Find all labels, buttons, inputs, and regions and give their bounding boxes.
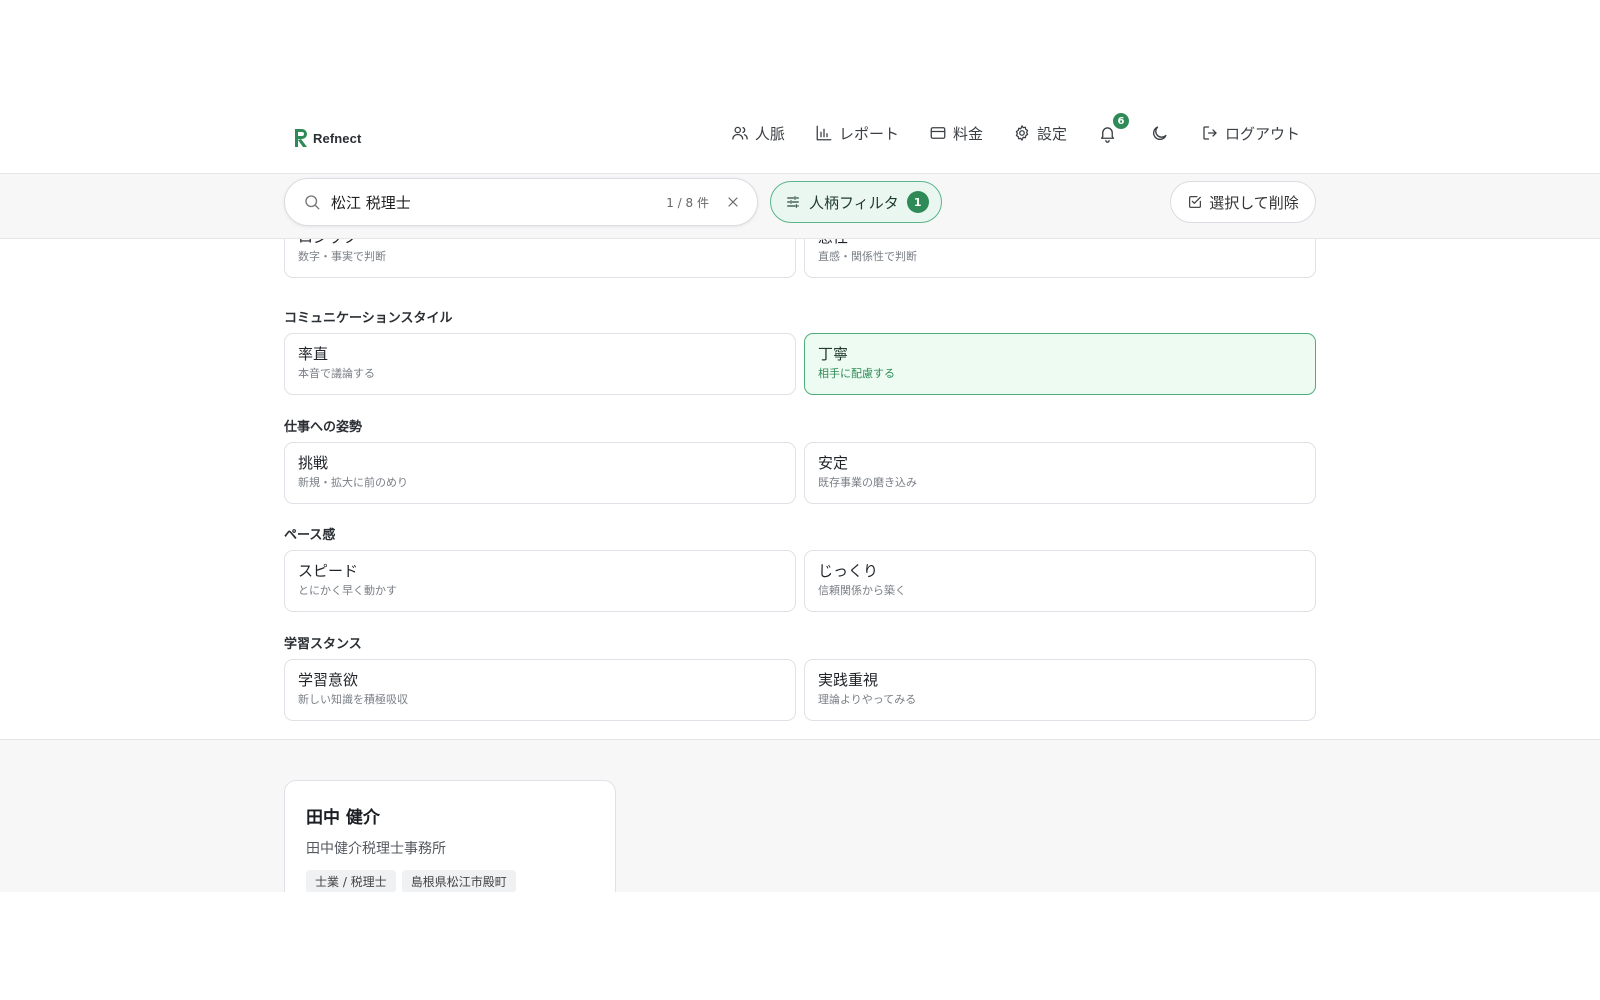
nav-item-pricing[interactable]: 料金	[929, 123, 983, 144]
option-desc: 理論よりやってみる	[818, 693, 917, 706]
nav-item-label: 料金	[952, 124, 983, 143]
moon-icon	[1153, 125, 1167, 140]
option-desc: とにかく早く動かす	[298, 584, 397, 597]
option-desc: 既存事業の磨き込み	[818, 476, 917, 489]
checkbox-icon	[1189, 196, 1202, 208]
option-desc: 本音で議論する	[298, 367, 375, 380]
nav-item-contacts[interactable]: 人脈	[731, 123, 785, 144]
logout-button[interactable]: ログアウト	[1201, 123, 1300, 144]
gear-icon	[1015, 125, 1029, 141]
search-toolbar: 1 / 8 件 人柄フィルタ 1 選択して削除	[0, 173, 1600, 239]
contact-tags: 士業 / 税理士 島根県松江市殿町	[306, 870, 594, 892]
filter-count-badge: 1	[906, 191, 929, 213]
filter-label: 人柄フィルタ	[809, 193, 899, 212]
nav-item-label: レポート	[838, 124, 899, 143]
results-area: 田中 健介 田中健介税理士事務所 士業 / 税理士 島根県松江市殿町	[0, 740, 1600, 892]
option-desc: 数字・事実で判断	[298, 250, 386, 263]
option-frank[interactable]: 率直 本音で議論する	[284, 333, 796, 395]
option-practice-focus[interactable]: 実践重視 理論よりやってみる	[804, 659, 1316, 721]
contact-organization: 田中健介税理士事務所	[306, 841, 446, 857]
option-desc: 直感・関係性で判断	[818, 250, 917, 263]
logout-icon	[1203, 126, 1217, 140]
search-box: 1 / 8 件	[284, 178, 758, 226]
option-desc: 新しい知識を積極吸収	[298, 693, 408, 706]
option-title: 丁寧	[818, 345, 849, 363]
contact-name: 田中 健介	[306, 808, 380, 828]
app-header: Refnect 人脈 レポート 料金 設定 6 ログアウト	[0, 106, 1600, 174]
logo-mark-icon	[295, 129, 307, 147]
notifications-button[interactable]: 6	[1097, 111, 1131, 144]
personality-filter-button[interactable]: 人柄フィルタ 1	[770, 181, 942, 223]
credit-card-icon	[930, 127, 946, 139]
option-title: スピード	[298, 562, 359, 580]
logout-label: ログアウト	[1224, 124, 1300, 143]
users-icon	[732, 126, 748, 140]
option-logic[interactable]: ロジック 数字・事実で判断	[284, 239, 796, 278]
search-input[interactable]	[331, 193, 667, 211]
personality-filter-panel: ロジック 数字・事実で判断 感性 直感・関係性で判断 コミュニケーションスタイル…	[0, 239, 1600, 740]
option-title: じっくり	[818, 562, 879, 580]
close-icon	[728, 197, 738, 207]
tag-industry: 士業 / 税理士	[306, 870, 396, 892]
logo-text: Refnect	[313, 130, 362, 146]
option-title: 率直	[298, 345, 329, 363]
section-title-pace: ペース感	[284, 528, 336, 543]
delete-label: 選択して削除	[1209, 193, 1299, 212]
option-speed[interactable]: スピード とにかく早く動かす	[284, 550, 796, 612]
section-title-learning: 学習スタンス	[284, 637, 362, 652]
select-delete-button[interactable]: 選択して削除	[1170, 181, 1316, 223]
search-icon	[305, 195, 320, 210]
option-eager-learning[interactable]: 学習意欲 新しい知識を積極吸収	[284, 659, 796, 721]
option-title: 挑戦	[298, 454, 329, 472]
tag-location: 島根県松江市殿町	[401, 870, 516, 892]
bar-chart-icon	[816, 125, 832, 141]
sliders-icon	[787, 196, 799, 208]
option-title: 実践重視	[818, 671, 879, 689]
option-title: 感性	[818, 239, 1302, 247]
option-desc: 新規・拡大に前のめり	[298, 476, 408, 489]
option-title: 安定	[818, 454, 849, 472]
nav-item-label: 設定	[1036, 124, 1067, 143]
search-result-count: 1 / 8 件	[666, 195, 709, 210]
option-sensibility[interactable]: 感性 直感・関係性で判断	[804, 239, 1316, 278]
option-desc: 信頼関係から築く	[818, 584, 906, 597]
option-challenge[interactable]: 挑戦 新規・拡大に前のめり	[284, 442, 796, 504]
nav-item-label: 人脈	[754, 124, 785, 143]
section-title-communication: コミュニケーションスタイル	[284, 311, 453, 326]
option-steady[interactable]: じっくり 信頼関係から築く	[804, 550, 1316, 612]
clear-search-button[interactable]	[725, 194, 741, 210]
contact-card[interactable]: 田中 健介 田中健介税理士事務所 士業 / 税理士 島根県松江市殿町	[284, 780, 616, 892]
main-nav: 人脈 レポート 料金 設定 6 ログアウト	[731, 111, 1300, 144]
logo[interactable]: Refnect	[293, 128, 361, 148]
option-polite[interactable]: 丁寧 相手に配慮する	[804, 333, 1316, 395]
option-title: ロジック	[298, 239, 782, 247]
option-desc: 相手に配慮する	[818, 367, 895, 380]
nav-item-settings[interactable]: 設定	[1013, 123, 1067, 144]
section-title-work-attitude: 仕事への姿勢	[284, 420, 363, 435]
option-stability[interactable]: 安定 既存事業の磨き込み	[804, 442, 1316, 504]
notification-count-badge: 6	[1110, 111, 1131, 131]
nav-item-reports[interactable]: レポート	[815, 123, 899, 144]
option-title: 学習意欲	[298, 671, 359, 689]
theme-toggle-button[interactable]	[1149, 122, 1171, 144]
